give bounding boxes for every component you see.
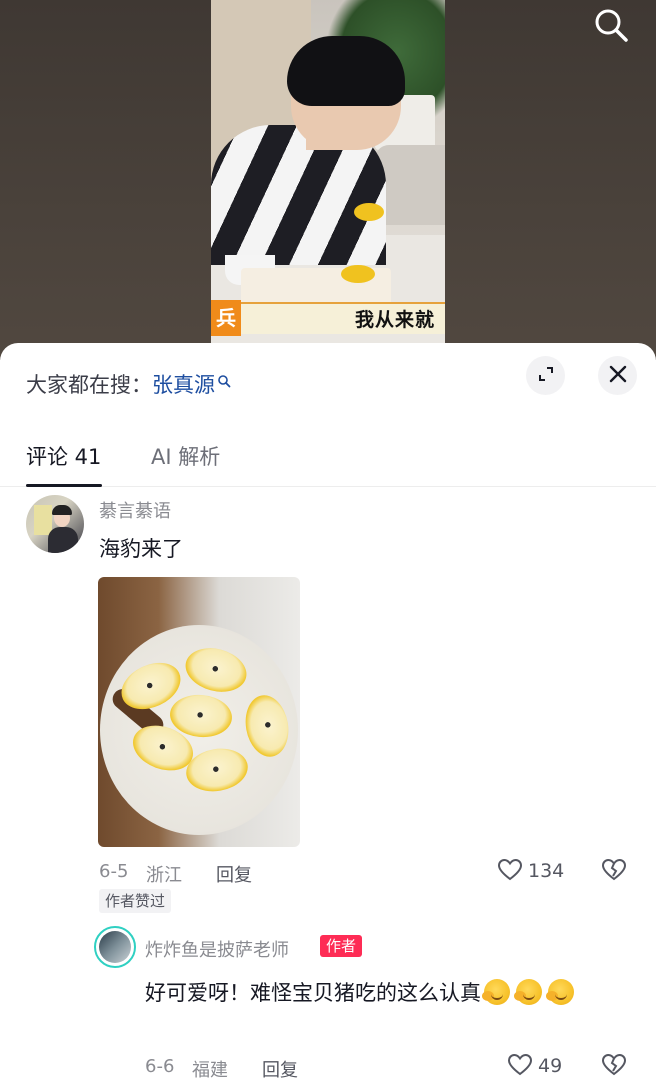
thinking-emoji-icon (514, 979, 542, 1005)
avatar[interactable] (94, 926, 136, 968)
comment-tabs: 评论 41 AI 解析 (0, 435, 656, 487)
broken-heart-icon[interactable] (601, 857, 627, 883)
avatar-art (52, 505, 72, 515)
video-scene-lemon (354, 203, 384, 221)
close-button[interactable] (598, 356, 637, 395)
like-count: 49 (538, 1055, 563, 1077)
video-caption-text: 我从来就 (354, 309, 435, 331)
video-scene-hair (287, 36, 405, 106)
heart-icon[interactable] (497, 857, 523, 883)
broken-heart-icon[interactable] (601, 1052, 627, 1078)
reply-location: 福建 (192, 1060, 228, 1080)
reply-date: 6-6 (145, 1056, 175, 1077)
reply-button[interactable]: 回复 (216, 861, 252, 887)
comment-text: 海豹来了 (99, 537, 183, 561)
close-icon (608, 364, 628, 388)
tab-comments[interactable]: 评论 41 (26, 441, 101, 471)
like-count: 134 (528, 860, 565, 882)
comment-image[interactable] (98, 577, 300, 847)
video-caption-tag: 兵 (211, 300, 241, 336)
video-player[interactable]: 兵 我从来就 (211, 0, 445, 343)
comment-username[interactable]: 綦言綦语 (99, 497, 171, 523)
comment-date: 6-5 (99, 861, 129, 882)
reply-text-block: 好可爱呀！难怪宝贝猪吃的这么认真 (145, 973, 615, 1013)
video-scene-lemon (341, 265, 375, 283)
trending-search[interactable]: 大家都在搜：张真源 (26, 369, 231, 399)
author-liked-badge: 作者赞过 (99, 889, 172, 913)
trending-search-keyword[interactable]: 张真源 (152, 373, 215, 397)
expand-button[interactable] (526, 356, 565, 395)
search-icon (217, 369, 231, 388)
reply-button[interactable]: 回复 (262, 1056, 298, 1080)
author-badge: 作者 (320, 935, 363, 957)
search-icon[interactable] (592, 6, 630, 44)
reply-username[interactable]: 炸炸鱼是披萨老师 (145, 936, 289, 962)
thinking-emoji-icon (482, 979, 510, 1005)
trending-search-prefix: 大家都在搜： (26, 373, 152, 397)
comment-sheet: 大家都在搜：张真源 评论 41 AI 解析 綦言綦语 海豹来了 6-5 浙江 回… (0, 343, 656, 1080)
heart-icon[interactable] (507, 1052, 533, 1078)
reply-text: 好可爱呀！难怪宝贝猪吃的这么认真 (145, 981, 481, 1005)
tab-ai-analysis[interactable]: AI 解析 (151, 441, 220, 471)
comment-location: 浙江 (146, 865, 182, 886)
avatar-art (48, 527, 78, 553)
avatar[interactable] (26, 495, 84, 553)
avatar-art (99, 931, 131, 963)
thinking-emoji-icon (546, 979, 574, 1005)
active-tab-indicator (26, 484, 102, 487)
expand-icon (536, 364, 556, 388)
avatar-art (34, 505, 52, 535)
